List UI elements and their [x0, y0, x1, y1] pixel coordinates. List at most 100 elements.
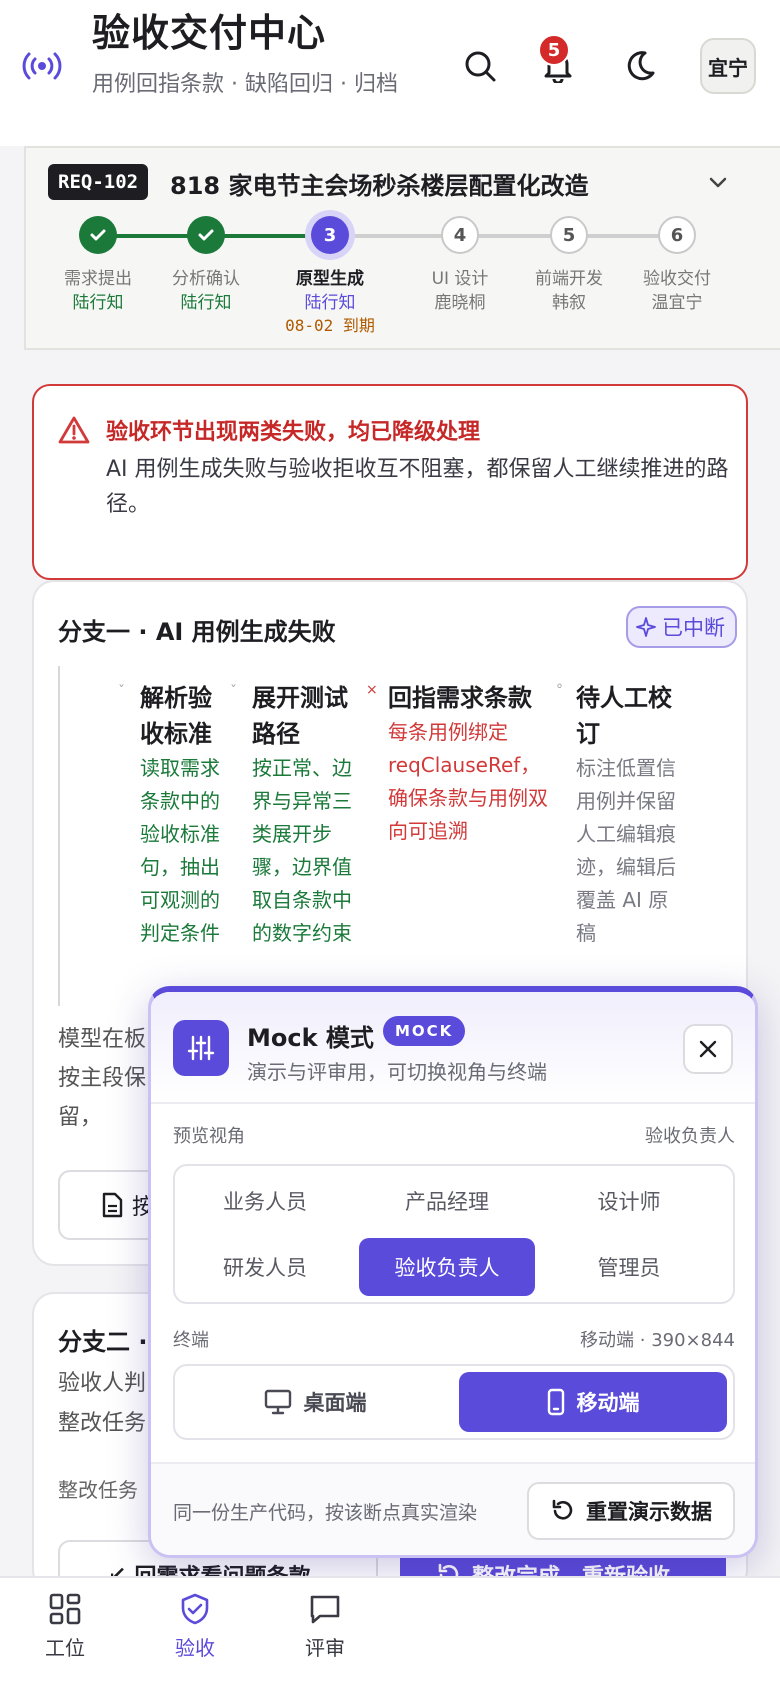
- step-owner: 温宜宁: [651, 293, 703, 313]
- nav-item-review[interactable]: 评审: [280, 1592, 370, 1661]
- avatar[interactable]: 宜宁: [700, 38, 756, 94]
- flow-step-title: 待人工校订: [576, 684, 672, 748]
- step-owner: 鹿晓桐: [434, 293, 486, 313]
- rectification-task-label: 整改任务: [58, 1478, 138, 1502]
- flow-step: 展开测试路径 按正常、边界与异常三类展开步骤，边界值取自条款中的数字约束: [252, 680, 366, 950]
- terminal-option-desktop[interactable]: 桌面端: [181, 1372, 449, 1432]
- step-name: 需求提出: [64, 269, 132, 289]
- chat-icon: [310, 1595, 340, 1624]
- step-owner: 陆行知: [180, 293, 232, 313]
- app-header: 验收交付中心 用例回指条款 · 缺陷回归 · 归档 5 宜宁: [0, 0, 780, 146]
- terminal-section-value: 移动端 · 390×844: [580, 1330, 735, 1351]
- nav-label: 工位: [45, 1636, 85, 1660]
- step-connector: [348, 234, 448, 238]
- role-option[interactable]: 设计师: [541, 1172, 717, 1230]
- step-owner: 陆行知: [72, 293, 124, 313]
- requirement-title: 818 家电节主会场秒杀楼层配置化改造: [170, 172, 589, 200]
- flow-step-text: 按正常、边界与异常三类展开步骤，边界值取自条款中的数字约束: [252, 756, 352, 945]
- step-name: UI 设计: [431, 269, 489, 289]
- nav-item-workstation[interactable]: 工位: [20, 1592, 110, 1661]
- step-1-done[interactable]: [79, 216, 117, 254]
- bottom-navigation: 工位 验收 评审: [0, 1576, 780, 1688]
- page-title: 验收交付中心: [92, 11, 327, 55]
- flow-step-text: 每条用例绑定 reqClauseRef，确保条款与用例双向可追溯: [388, 720, 548, 843]
- branch-one-title: 分支一 · AI 用例生成失败: [58, 618, 336, 646]
- check-icon: [90, 229, 106, 241]
- branch-two-title: 分支二 ·: [58, 1328, 148, 1356]
- failure-alert: 验收环节出现两类失败，均已降级处理 AI 用例生成失败与验收拒收互不阻塞，都保留…: [32, 384, 748, 580]
- nav-label: 评审: [305, 1636, 345, 1660]
- mock-panel-footer: 同一份生产代码，按该断点真实渲染 重置演示数据: [151, 1462, 755, 1555]
- close-button[interactable]: [683, 1024, 733, 1074]
- role-option[interactable]: 研发人员: [177, 1238, 353, 1296]
- step-due-date: 08-02 到期: [285, 316, 375, 335]
- flow-step-text: 读取需求条款中的验收标准句，抽出可观测的判定条件: [140, 756, 220, 945]
- step-4-todo[interactable]: 4: [441, 216, 479, 254]
- warning-triangle-icon: [58, 416, 90, 444]
- notification-badge: 5: [538, 34, 570, 66]
- theme-toggle-button[interactable]: [618, 44, 662, 88]
- role-option[interactable]: 管理员: [541, 1238, 717, 1296]
- step-3-current[interactable]: 3: [311, 216, 349, 254]
- case-generation-flow: ˇ 解析验收标准 读取需求条款中的验收标准句，抽出可观测的判定条件 ˇ 展开测试…: [58, 666, 726, 1006]
- requirement-id-tag: REQ-102: [48, 164, 149, 200]
- reset-icon: [552, 1499, 573, 1520]
- pending-marker: °: [556, 682, 563, 698]
- fail-marker: ×: [366, 682, 378, 698]
- chevron-down-icon[interactable]: [706, 170, 730, 194]
- alert-title: 验收环节出现两类失败，均已降级处理: [106, 420, 481, 445]
- interrupted-status-pill: 已中断: [626, 606, 737, 648]
- grid-icon: [49, 1593, 81, 1625]
- step-owner: 韩叙: [552, 293, 586, 313]
- mock-badge: MOCK: [383, 1016, 466, 1046]
- check-icon: [198, 229, 214, 241]
- step-6-todo[interactable]: 6: [658, 216, 696, 254]
- flow-marker: ˇ: [230, 684, 237, 700]
- flow-step: 待人工校订 标注低置信用例并保留人工编辑痕迹，编辑后覆盖 AI 原稿: [576, 680, 678, 950]
- requirement-card: REQ-102 818 家电节主会场秒杀楼层配置化改造 需求提出 陆行知 分析确…: [24, 146, 780, 350]
- footer-note: 同一份生产代码，按该断点真实渲染: [173, 1502, 478, 1524]
- step-owner: 陆行知: [304, 293, 356, 313]
- role-selector: 业务人员 产品经理 设计师 研发人员 验收负责人 管理员: [173, 1164, 735, 1304]
- search-icon: [465, 51, 496, 82]
- terminal-label: 桌面端: [303, 1391, 367, 1415]
- view-section-label: 预览视角: [173, 1126, 245, 1147]
- terminal-option-mobile[interactable]: 移动端: [459, 1372, 727, 1432]
- step-name: 验收交付: [643, 269, 711, 289]
- sparkle-icon: [636, 617, 656, 637]
- moon-icon: [627, 51, 655, 81]
- step-2-done[interactable]: [187, 216, 225, 254]
- reset-demo-data-button[interactable]: 重置演示数据: [527, 1482, 735, 1540]
- flow-step: 回指需求条款 每条用例绑定 reqClauseRef，确保条款与用例双向可追溯: [388, 680, 560, 848]
- mock-panel-header: Mock 模式 MOCK 演示与评审用，可切换视角与终端: [151, 992, 755, 1104]
- view-section-value: 验收负责人: [645, 1126, 735, 1147]
- step-connector: [212, 234, 312, 238]
- terminal-selector: 桌面端 移动端: [173, 1364, 735, 1440]
- nav-item-acceptance[interactable]: 验收: [150, 1592, 240, 1661]
- flow-step: 解析验收标准 读取需求条款中的验收标准句，抽出可观测的判定条件: [140, 680, 234, 950]
- mock-mode-panel: Mock 模式 MOCK 演示与评审用，可切换视角与终端 预览视角 验收负责人 …: [148, 986, 758, 1558]
- monitor-icon: [264, 1389, 291, 1415]
- page-subtitle: 用例回指条款 · 缺陷回归 · 归档: [92, 72, 398, 97]
- flow-step-title: 回指需求条款: [388, 684, 532, 712]
- flow-step-text: 标注低置信用例并保留人工编辑痕迹，编辑后覆盖 AI 原稿: [576, 756, 676, 945]
- role-option[interactable]: 产品经理: [359, 1172, 535, 1230]
- document-icon: [102, 1192, 123, 1218]
- step-5-todo[interactable]: 5: [550, 216, 588, 254]
- nav-label: 验收: [175, 1636, 215, 1660]
- close-icon: [699, 1040, 717, 1058]
- step-name: 原型生成: [296, 269, 364, 289]
- flow-marker: ˇ: [118, 684, 125, 700]
- phone-icon: [547, 1388, 564, 1416]
- role-option[interactable]: 业务人员: [177, 1172, 353, 1230]
- terminal-label: 移动端: [576, 1391, 640, 1415]
- mock-panel-title: Mock 模式: [247, 1024, 374, 1052]
- role-option-active[interactable]: 验收负责人: [359, 1238, 535, 1296]
- search-button[interactable]: [458, 44, 502, 88]
- flow-step-title: 解析验收标准: [140, 684, 212, 748]
- sliders-icon: [173, 1020, 229, 1076]
- mock-panel-subtitle: 演示与评审用，可切换视角与终端: [247, 1060, 547, 1084]
- step-name: 分析确认: [172, 269, 240, 289]
- status-label: 已中断: [662, 616, 725, 640]
- flow-step-title: 展开测试路径: [252, 684, 348, 748]
